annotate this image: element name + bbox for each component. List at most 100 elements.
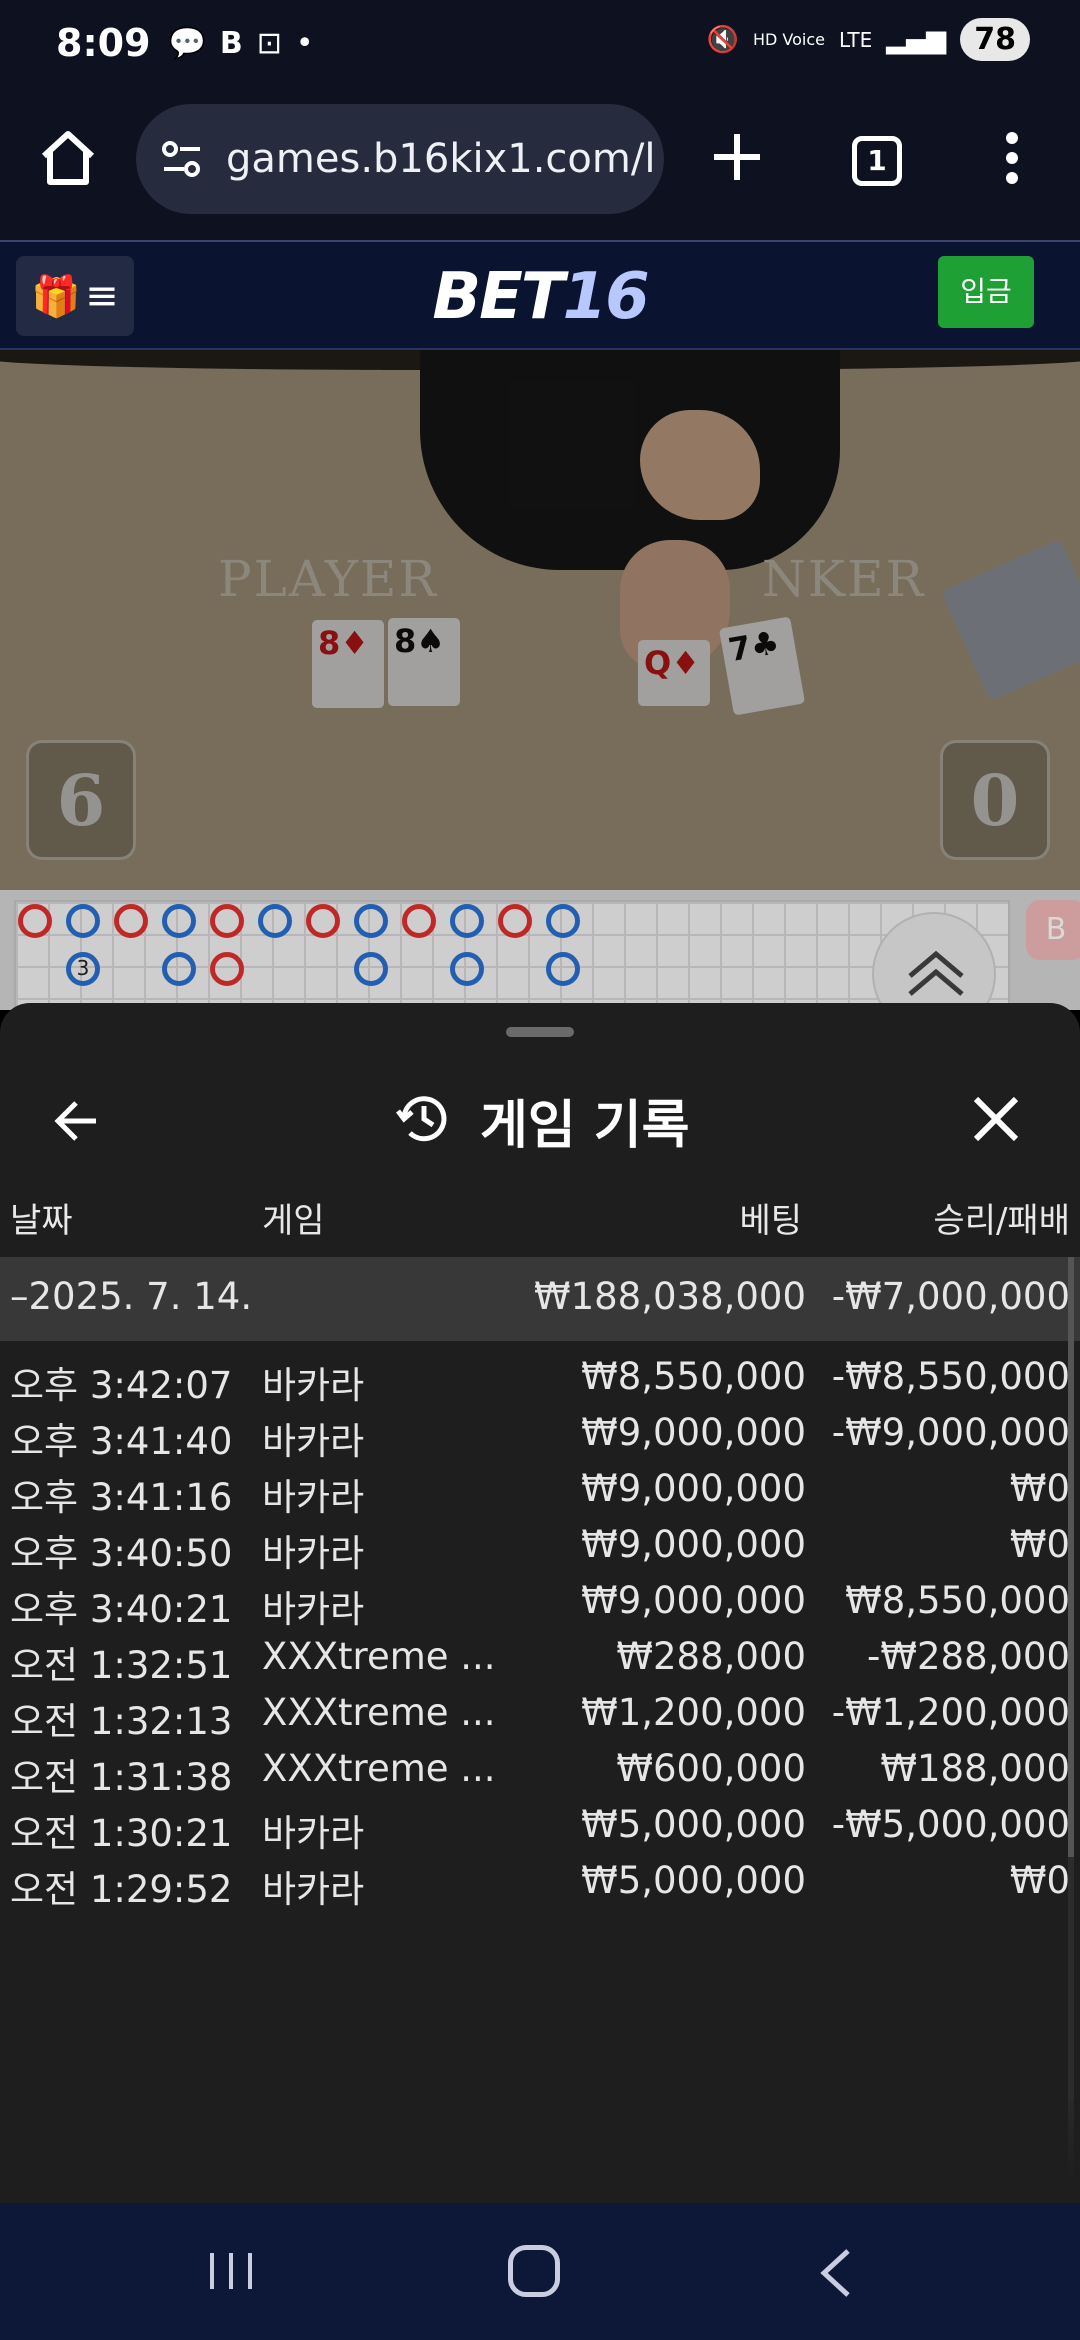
row-bet: ₩9,000,000 [581,1411,806,1454]
signal-icon: ▂▄▆ [886,24,947,55]
more-options-icon[interactable] [1002,130,1022,186]
row-bet: ₩288,000 [616,1635,806,1678]
column-header-game[interactable]: 게임 [262,1193,325,1242]
sheet-drag-handle[interactable] [506,1027,574,1037]
row-bet: ₩8,550,000 [581,1355,806,1398]
row-time: 오전 1:32:13 [10,1700,233,1743]
bead-road: 3 B [0,890,1080,1036]
row-bet: ₩9,000,000 [581,1579,806,1622]
home-nav-icon[interactable] [508,2245,560,2297]
history-row[interactable]: 오후 3:40:50 바카라 ₩9,000,000 ₩0 [0,1515,1080,1575]
row-game: 바카라 [262,1420,365,1463]
scrollbar-thumb[interactable] [1068,1257,1074,1857]
browser-toolbar: games.b16kix1.com/l 1 [0,86,1080,240]
dim-overlay [0,890,1080,1010]
recent-apps-icon[interactable] [206,2249,256,2293]
dot-icon: • [295,25,314,61]
row-result: ₩8,550,000 [845,1579,1070,1622]
back-nav-icon[interactable] [816,2247,856,2299]
row-game: 바카라 [262,1868,365,1911]
row-result: -₩9,000,000 [831,1411,1070,1454]
row-time: 오후 3:42:07 [10,1364,233,1407]
sheet-header: 게임 기록 [0,1063,1080,1173]
row-time: 오전 1:30:21 [10,1812,233,1855]
row-bet: ₩5,000,000 [581,1803,806,1846]
summary-result: -₩7,000,000 [831,1275,1070,1318]
column-header-result[interactable]: 승리/패배 [933,1193,1070,1242]
row-result: ₩0 [1009,1859,1070,1902]
summary-date: –2025. 7. 14. [10,1275,253,1318]
row-game: XXXtreme ... [262,1747,496,1790]
home-icon[interactable] [36,126,100,190]
notification-icons: 💬 B ⊡ • [169,26,314,61]
tab-switcher-button[interactable]: 1 [852,136,902,186]
logo-text-16: 16 [562,260,650,334]
history-row[interactable]: 오후 3:40:21 바카라 ₩9,000,000 ₩8,550,000 [0,1571,1080,1631]
row-result: -₩8,550,000 [831,1355,1070,1398]
site-settings-icon[interactable] [160,137,204,181]
address-bar[interactable]: games.b16kix1.com/l [136,104,664,214]
list-fade [0,2099,1080,2203]
game-history-sheet: 게임 기록 날짜 게임 베팅 승리/패배 –2025. 7. 14. ₩188,… [0,1003,1080,2203]
row-time: 오후 3:40:21 [10,1588,233,1631]
history-icon [396,1096,447,1142]
dim-overlay [0,350,1080,890]
row-result: -₩5,000,000 [831,1803,1070,1846]
deposit-button[interactable]: 입금 [938,256,1034,328]
row-time: 오후 3:40:50 [10,1532,233,1575]
live-game-video: PLAYER NKER 8♦ 8♠ Q♦ 7♣ 6 0 [0,350,1080,890]
row-game: 바카라 [262,1812,365,1855]
row-time: 오전 1:31:38 [10,1756,233,1799]
row-result: ₩0 [1009,1523,1070,1566]
row-time: 오후 3:41:16 [10,1476,233,1519]
row-bet: ₩9,000,000 [581,1467,806,1510]
site-header: 🎁 ≡ BET16 입금 [0,240,1080,350]
close-icon[interactable] [968,1091,1024,1147]
message-icon: 💬 [168,25,206,61]
sheet-title: 게임 기록 [480,1096,690,1156]
site-logo[interactable]: BET16 [0,260,1080,334]
row-game: 바카라 [262,1476,365,1519]
history-row[interactable]: 오후 3:41:40 바카라 ₩9,000,000 -₩9,000,000 [0,1403,1080,1463]
hd-voice-icon: HD Voice [752,30,825,49]
logo-text-bet: BET [432,260,564,334]
history-row[interactable]: 오전 1:30:21 바카라 ₩5,000,000 -₩5,000,000 [0,1795,1080,1855]
status-time: 8:09 [56,21,151,65]
row-game: 바카라 [262,1364,365,1407]
mute-icon: 🔇 [706,24,739,55]
row-bet: ₩1,200,000 [581,1691,806,1734]
history-row[interactable]: 오후 3:42:07 바카라 ₩8,550,000 -₩8,550,000 [0,1347,1080,1407]
summary-bet: ₩188,038,000 [534,1275,806,1318]
scrollbar[interactable] [1068,1257,1074,2197]
row-game: XXXtreme ... [262,1691,496,1734]
row-result: -₩288,000 [867,1635,1070,1678]
history-row[interactable]: 오전 1:32:51 XXXtreme ... ₩288,000 -₩288,000 [0,1627,1080,1687]
new-tab-icon[interactable] [712,132,762,182]
row-result: ₩188,000 [880,1747,1070,1790]
status-bar: 8:09 💬 B ⊡ • 🔇 HD Voice LTE ▂▄▆ 78 [0,0,1080,86]
battery-badge: 78 [960,18,1030,61]
system-nav-bar [0,2203,1080,2340]
row-time: 오후 3:41:40 [10,1420,233,1463]
history-row[interactable]: 오전 1:32:13 XXXtreme ... ₩1,200,000 -₩1,200,… [0,1683,1080,1743]
history-row[interactable]: 오전 1:31:38 XXXtreme ... ₩600,000 ₩188,000 [0,1739,1080,1799]
lte-icon: LTE [839,27,873,52]
row-game: 바카라 [262,1532,365,1575]
column-header-date[interactable]: 날짜 [10,1193,73,1242]
row-result: -₩1,200,000 [831,1691,1070,1734]
url-text: games.b16kix1.com/l [226,136,656,182]
row-time: 오전 1:29:52 [10,1868,233,1911]
row-game: 바카라 [262,1588,365,1631]
row-result: ₩0 [1009,1467,1070,1510]
row-game: XXXtreme ... [262,1635,496,1678]
column-header-bet[interactable]: 베팅 [739,1193,802,1242]
row-bet: ₩5,000,000 [581,1859,806,1902]
row-time: 오전 1:32:51 [10,1644,233,1687]
back-arrow-icon[interactable] [48,1091,108,1151]
history-row[interactable]: 오후 3:41:16 바카라 ₩9,000,000 ₩0 [0,1459,1080,1519]
history-row[interactable]: 오전 1:29:52 바카라 ₩5,000,000 ₩0 [0,1851,1080,1911]
row-bet: ₩9,000,000 [581,1523,806,1566]
screenshot-icon: ⊡ [256,25,282,61]
date-summary-row[interactable]: –2025. 7. 14. ₩188,038,000 -₩7,000,000 [0,1257,1080,1341]
row-bet: ₩600,000 [616,1747,806,1790]
